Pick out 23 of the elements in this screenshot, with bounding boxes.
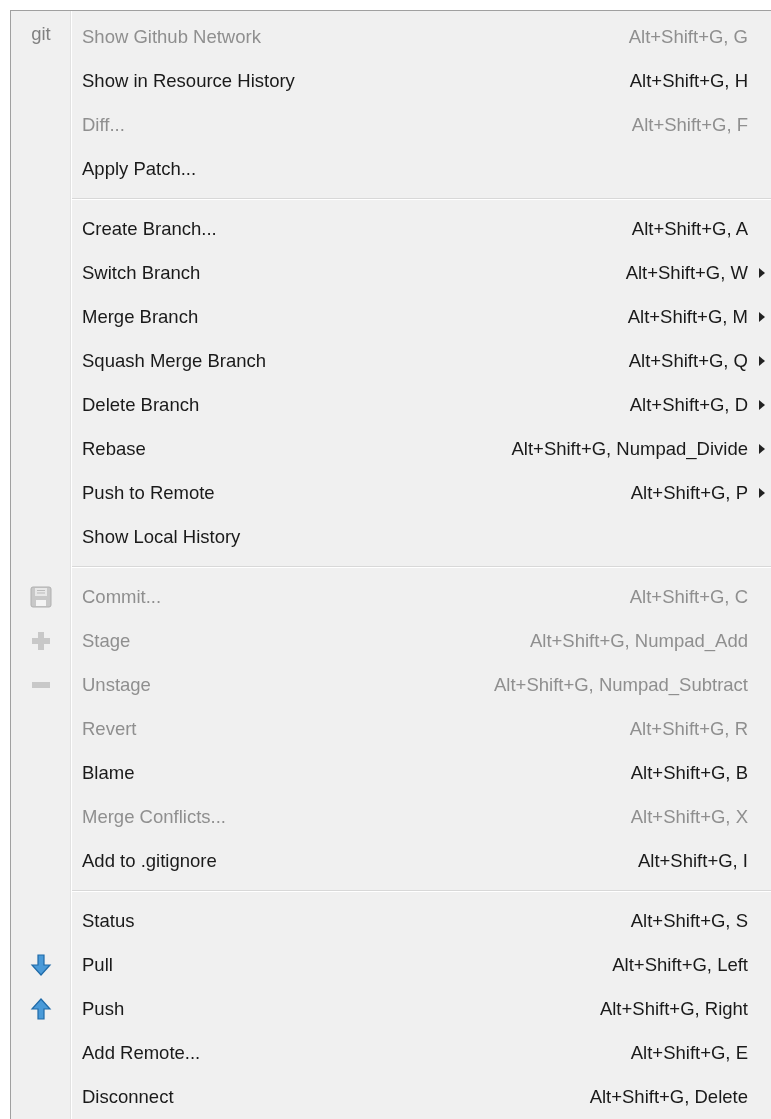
minus-icon — [32, 682, 50, 688]
menu-item[interactable]: Merge Branch Alt+Shift+G, M — [11, 295, 771, 339]
menu-item[interactable]: Show in Resource History Alt+Shift+G, H — [11, 59, 771, 103]
menu-item[interactable]: Create Branch... Alt+Shift+G, A — [11, 207, 771, 251]
plus-icon — [29, 629, 53, 653]
menu-item[interactable]: Push Alt+Shift+G, Right — [11, 987, 771, 1031]
save-icon — [29, 585, 53, 609]
menu-item[interactable]: Add to .gitignore Alt+Shift+G, I — [11, 839, 771, 883]
menu-item[interactable]: Switch Branch Alt+Shift+G, W — [11, 251, 771, 295]
menu-item[interactable]: Push to Remote Alt+Shift+G, P — [11, 471, 771, 515]
menu-item[interactable]: Squash Merge Branch Alt+Shift+G, Q — [11, 339, 771, 383]
menu-item[interactable]: Disconnect Alt+Shift+G, Delete — [11, 1075, 771, 1119]
menu-item[interactable]: Rebase Alt+Shift+G, Numpad_Divide — [11, 427, 771, 471]
menu-item[interactable]: Blame Alt+Shift+G, B — [11, 751, 771, 795]
menu-item[interactable]: Status Alt+Shift+G, S — [11, 899, 771, 943]
up-arrow-icon — [29, 997, 53, 1021]
menu-item[interactable]: Apply Patch... — [11, 147, 771, 191]
menu-item[interactable]: Show Local History — [11, 515, 771, 559]
down-arrow-icon — [29, 953, 53, 977]
menu-item[interactable]: Pull Alt+Shift+G, Left — [11, 943, 771, 987]
menu-item[interactable]: Add Remote... Alt+Shift+G, E — [11, 1031, 771, 1075]
menu-item[interactable]: Delete Branch Alt+Shift+G, D — [11, 383, 771, 427]
git-label: git — [31, 23, 51, 45]
